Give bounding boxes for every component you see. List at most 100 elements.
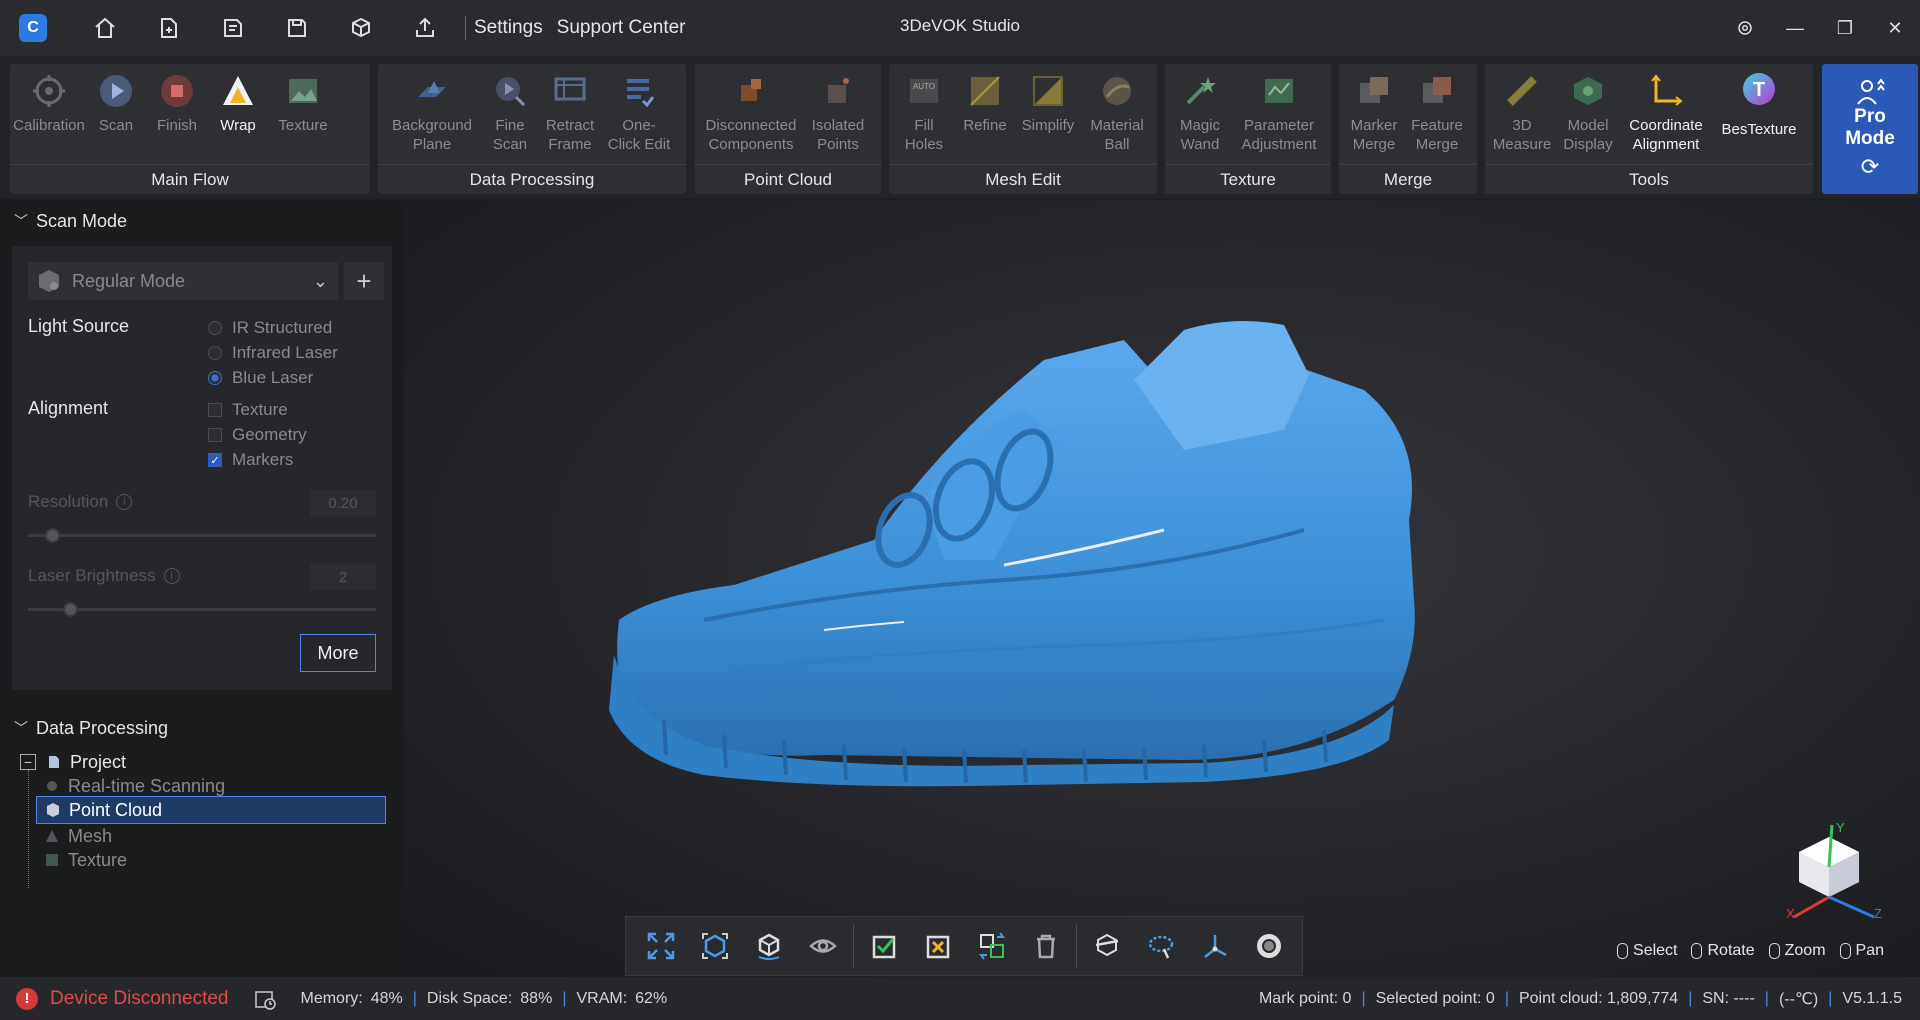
eye-icon[interactable]	[796, 921, 850, 971]
select-all-icon[interactable]	[857, 921, 911, 971]
alignment-option-texture[interactable]: Texture	[208, 400, 288, 420]
3d-viewport[interactable]: X Y Z	[404, 200, 1920, 977]
minimize-icon[interactable]: —	[1770, 0, 1820, 56]
marker-merge-button[interactable]: Marker Merge	[1343, 66, 1405, 162]
add-mode-button[interactable]: +	[344, 262, 384, 300]
render-mode-icon[interactable]	[1242, 921, 1296, 971]
disconnected-components-button[interactable]: Disconnected Components	[699, 66, 803, 162]
rotate-model-icon[interactable]	[742, 921, 796, 971]
tree-node-texture[interactable]: Texture	[44, 846, 127, 874]
shoe-model[interactable]	[404, 200, 1920, 977]
parameter-adjustment-button[interactable]: Parameter Adjustment	[1231, 66, 1327, 162]
alignment-option-markers[interactable]: ✓ Markers	[208, 450, 293, 470]
main-flow-group: Calibration Scan Finish Wrap Texture Mai…	[10, 64, 370, 194]
laser-brightness-slider[interactable]	[28, 602, 376, 617]
option-label: Texture	[232, 400, 288, 419]
calibration-button[interactable]: Calibration	[13, 66, 85, 162]
device-status[interactable]: Device Disconnected	[50, 988, 228, 1010]
lasso-select-icon[interactable]	[1134, 921, 1188, 971]
tree-node-point-cloud[interactable]: Point Cloud	[36, 796, 386, 824]
resolution-slider[interactable]	[28, 528, 376, 543]
light-option-ir-structured[interactable]: IR Structured	[208, 318, 332, 338]
alignment-option-geometry[interactable]: Geometry	[208, 425, 307, 445]
import-model-icon[interactable]	[329, 0, 393, 56]
data-processing-title: Data Processing	[36, 717, 169, 738]
restore-icon[interactable]: ❐	[1820, 0, 1870, 56]
one-click-edit-button[interactable]: One- Click Edit	[602, 66, 676, 162]
tree-label: Mesh	[68, 825, 113, 846]
clock-calendar-icon[interactable]	[254, 988, 277, 1010]
wrap-button[interactable]: Wrap	[206, 66, 270, 162]
fit-view-icon[interactable]	[634, 921, 688, 971]
slider-handle[interactable]	[45, 528, 61, 543]
cut-plane-icon[interactable]	[1080, 921, 1134, 971]
bestexture-button[interactable]: T BesTexture	[1711, 66, 1807, 162]
coordinate-alignment-button[interactable]: Coordinate Alignment	[1621, 66, 1711, 162]
memory-value: 48%	[370, 989, 403, 1007]
data-processing-group: Background Plane Fine Scan Retract Frame…	[378, 64, 686, 194]
more-button[interactable]: More	[300, 634, 376, 672]
pro-mode-button[interactable]: Pro Mode ⟳	[1822, 64, 1918, 194]
frame-icon	[551, 72, 589, 110]
calibration-icon	[30, 72, 68, 110]
simplify-button[interactable]: Simplify	[1015, 66, 1081, 162]
error-icon: !	[16, 987, 38, 1010]
feature-merge-button[interactable]: Feature Merge	[1405, 66, 1469, 162]
material-ball-button[interactable]: Material Ball	[1081, 66, 1153, 162]
coordinate-axes-icon	[1647, 72, 1685, 110]
fill-holes-button[interactable]: AUTO Fill Holes	[893, 66, 955, 162]
invert-selection-icon[interactable]	[965, 921, 1019, 971]
orientation-cube[interactable]: X Y Z	[1774, 822, 1884, 922]
main-flow-label: Main Flow	[10, 164, 370, 194]
magic-wand-button[interactable]: Magic Wand	[1169, 66, 1231, 162]
refine-button[interactable]: Refine	[955, 66, 1015, 162]
status-bar: ! Device Disconnected Memory: 48% | Disk…	[0, 977, 1920, 1020]
settings-menu[interactable]: Settings	[474, 17, 543, 39]
support-center-menu[interactable]: Support Center	[557, 17, 686, 39]
slider-handle[interactable]	[62, 602, 78, 617]
finish-button[interactable]: Finish	[148, 66, 206, 162]
vram-label: VRAM:	[576, 989, 628, 1007]
trash-icon[interactable]	[1019, 921, 1073, 971]
tree-label: Point Cloud	[69, 799, 163, 820]
y-axis-label: Y	[1836, 822, 1845, 835]
close-icon[interactable]: ✕	[1870, 0, 1920, 56]
scanner-icon	[47, 781, 57, 791]
retract-frame-button[interactable]: Retract Frame	[538, 66, 602, 162]
deselect-icon[interactable]	[911, 921, 965, 971]
plane-icon	[413, 72, 451, 110]
export-icon[interactable]	[393, 0, 457, 56]
marker-merge-icon	[1355, 72, 1393, 110]
texture-button[interactable]: Texture	[270, 66, 336, 162]
isolated-points-button[interactable]: Isolated Points	[803, 66, 873, 162]
chevron-down-icon: ﹀	[14, 213, 28, 229]
collapse-icon[interactable]: −	[20, 754, 36, 770]
data-processing-header[interactable]: ﹀ Data Processing	[0, 710, 404, 746]
divider: |	[1828, 989, 1833, 1007]
gear-icon[interactable]	[1720, 0, 1770, 56]
scan-mode-value: Regular Mode	[72, 270, 186, 291]
scan-mode-select[interactable]: Regular Mode ⌄	[28, 262, 338, 300]
model-display-button[interactable]: Model Display	[1555, 66, 1621, 162]
fine-scan-button[interactable]: Fine Scan	[482, 66, 538, 162]
background-plane-button[interactable]: Background Plane	[382, 66, 482, 162]
retract-frame-label: Retract Frame	[545, 117, 595, 153]
new-project-icon[interactable]	[137, 0, 201, 56]
light-option-infrared-laser[interactable]: Infrared Laser	[208, 343, 338, 363]
coordinate-axis-icon[interactable]	[1188, 921, 1242, 971]
save-icon[interactable]	[265, 0, 329, 56]
scan-button[interactable]: Scan	[84, 66, 148, 162]
home-icon[interactable]	[73, 0, 137, 56]
open-project-icon[interactable]	[201, 0, 265, 56]
light-option-blue-laser[interactable]: Blue Laser	[208, 368, 313, 388]
point-cloud-count: Point cloud: 1,809,774	[1518, 989, 1679, 1007]
wrap-label: Wrap	[220, 117, 256, 134]
3d-measure-button[interactable]: 3D Measure	[1489, 66, 1555, 162]
3d-measure-label: 3D Measure	[1492, 117, 1552, 153]
option-label: Infrared Laser	[232, 343, 338, 362]
box-view-icon[interactable]	[688, 921, 742, 971]
laser-brightness-value[interactable]: 2	[310, 564, 376, 590]
resolution-value[interactable]: 0.20	[310, 490, 376, 516]
scan-mode-header[interactable]: ﹀ Scan Mode	[0, 203, 404, 239]
x-axis-label: X	[1786, 906, 1795, 921]
